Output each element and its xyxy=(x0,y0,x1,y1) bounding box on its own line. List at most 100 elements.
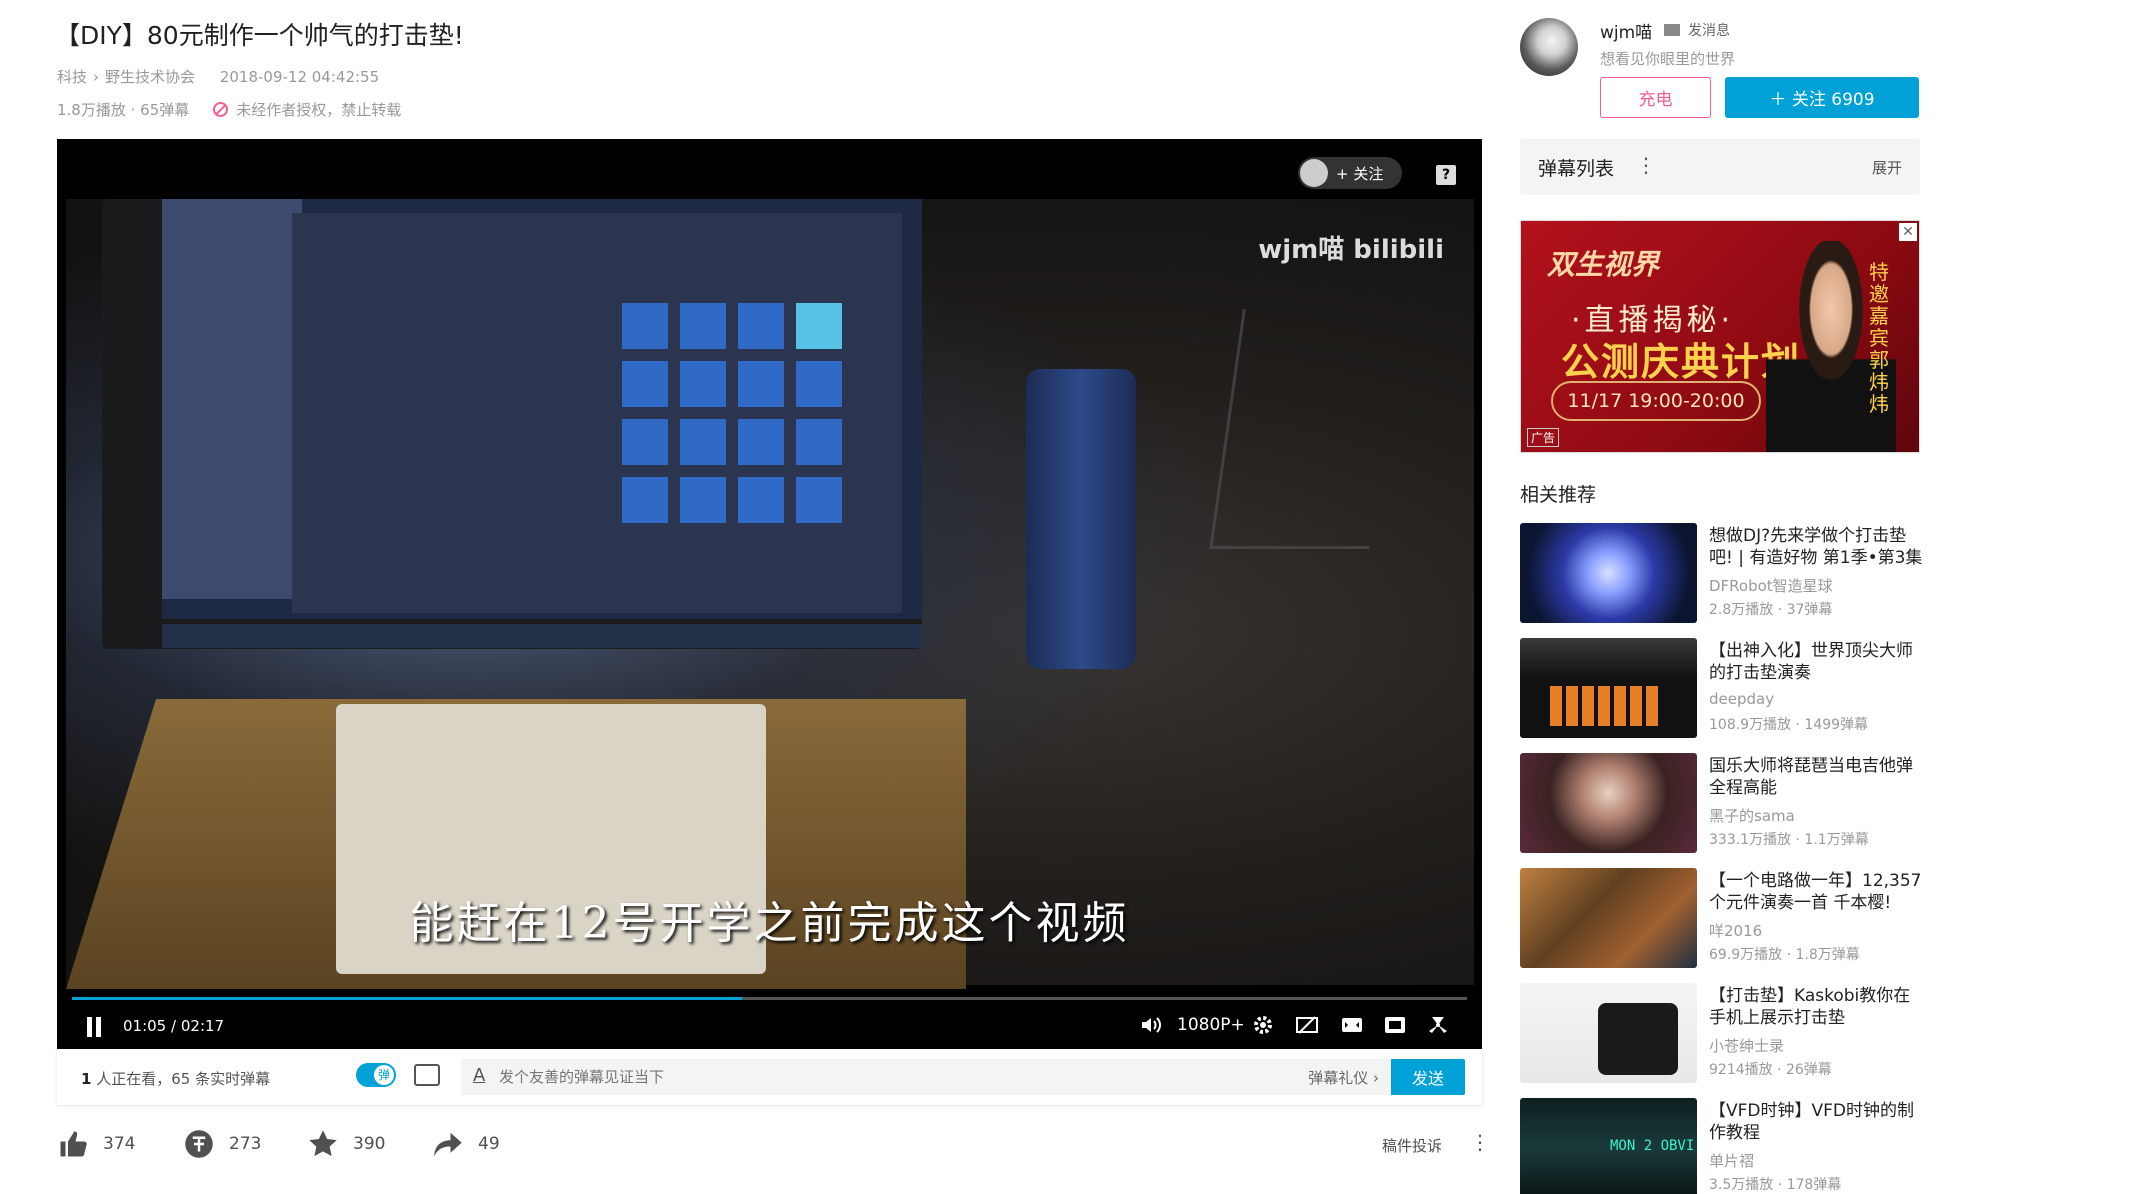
like-button[interactable]: 374 xyxy=(57,1128,135,1160)
danmaku-send-bar: 1 人正在看，65 条实时弹幕 A 弹幕礼仪 › 发送 xyxy=(57,1049,1482,1105)
envelope-icon xyxy=(1664,24,1680,36)
video-player[interactable]: wjm喵 bilibili + 关注 ? 能赶在12号开学之前完成这个视频 01… xyxy=(57,139,1482,1049)
danmaku-style-icon[interactable]: A xyxy=(473,1065,485,1086)
related-item[interactable]: 【出神入化】世界顶尖大师的打击垫演奏 deepday 108.9万播放 · 14… xyxy=(1520,638,1920,738)
related-item[interactable]: 国乐大师将琵琶当电吉他弹全程高能 黑子的sama 333.1万播放 · 1.1万… xyxy=(1520,753,1920,853)
uploader-name[interactable]: wjm喵 xyxy=(1600,18,1652,43)
related-item-author[interactable]: 咩2016 xyxy=(1709,920,1762,941)
danmaku-off-icon[interactable] xyxy=(1293,1013,1321,1044)
ad-time: 11/17 19:00-20:00 xyxy=(1551,381,1761,421)
related-item[interactable]: 【VFD时钟】VFD时钟的制作教程 单片褶 3.5万播放 · 178弹幕 xyxy=(1520,1098,1920,1194)
related-item-title[interactable]: 【VFD时钟】VFD时钟的制作教程 xyxy=(1709,1100,1924,1144)
scene-pad xyxy=(680,303,726,349)
favorite-count: 390 xyxy=(353,1134,386,1154)
video-frame[interactable] xyxy=(66,199,1474,989)
pause-icon[interactable] xyxy=(85,1017,103,1037)
related-item-author[interactable]: 黑子的sama xyxy=(1709,805,1795,826)
viewer-count: 1 人正在看，65 条实时弹幕 xyxy=(81,1068,270,1089)
publish-date: 2018-09-12 04:42:55 xyxy=(219,68,380,86)
no-repost-icon xyxy=(213,102,229,117)
time-total: 02:17 xyxy=(180,1017,225,1035)
uploader-mini-avatar xyxy=(1300,159,1328,187)
related-item-author[interactable]: 单片褶 xyxy=(1709,1150,1754,1171)
ad-badge: 广告 xyxy=(1527,428,1560,447)
like-count: 374 xyxy=(103,1134,136,1154)
related-item-stats: 333.1万播放 · 1.1万弹幕 xyxy=(1709,832,1869,848)
related-item-title[interactable]: 【打击垫】Kaskobi教你在手机上展示打击垫 xyxy=(1709,985,1924,1029)
related-item-author[interactable]: 小苍绅士录 xyxy=(1709,1035,1784,1056)
ad-guest: 特邀嘉宾郭炜炜 xyxy=(1869,260,1889,416)
time-separator: / xyxy=(171,1017,177,1035)
uploader-avatar[interactable] xyxy=(1520,18,1578,76)
coin-button[interactable]: 273 xyxy=(183,1128,261,1160)
scene-pad xyxy=(738,419,784,465)
danmaku-list-title: 弹幕列表 xyxy=(1538,158,1615,180)
bilibili-watermark: wjm喵 bilibili xyxy=(1258,235,1444,265)
follow-button[interactable]: ＋ 关注 6909 xyxy=(1725,77,1919,118)
related-item-title[interactable]: 【出神入化】世界顶尖大师的打击垫演奏 xyxy=(1709,640,1924,684)
ad-banner[interactable]: 双生视界 ·直播揭秘· 公测庆典计划 11/17 19:00-20:00 特邀嘉… xyxy=(1520,220,1920,453)
scene-pad xyxy=(622,303,668,349)
related-thumbnail[interactable] xyxy=(1520,638,1697,738)
related-item[interactable]: 【一个电路做一年】12,357个元件演奏一首 千本樱! 咩2016 69.9万播… xyxy=(1520,868,1921,968)
danmaku-list-expand[interactable]: 展开 xyxy=(1872,157,1902,178)
subcategory-link[interactable]: 野生技术协会 xyxy=(105,68,195,86)
related-item[interactable]: 想做DJ?先来学做个打击垫吧! | 有造好物 第1季•第3集 DFRobot智造… xyxy=(1520,523,1922,623)
close-icon[interactable]: ✕ xyxy=(1899,223,1917,241)
related-thumbnail[interactable] xyxy=(1520,983,1697,1083)
scene-pad xyxy=(738,477,784,523)
send-message-link[interactable]: 发消息 xyxy=(1664,20,1730,40)
breadcrumb-sep: › xyxy=(93,68,100,86)
web-fullscreen-icon[interactable] xyxy=(1381,1013,1409,1044)
related-item-stats: 9214播放 · 26弹幕 xyxy=(1709,1062,1832,1078)
uploader-signature: 想看见你眼里的世界 xyxy=(1600,50,1736,68)
volume-icon[interactable] xyxy=(1137,1013,1165,1044)
related-item-title[interactable]: 【一个电路做一年】12,357个元件演奏一首 千本樱! xyxy=(1709,870,1924,914)
share-button[interactable]: 49 xyxy=(432,1128,500,1160)
progress-bar[interactable] xyxy=(72,997,1467,1000)
danmaku-toggle[interactable] xyxy=(356,1063,396,1087)
fullscreen-icon[interactable] xyxy=(1424,1013,1452,1044)
scene-pad xyxy=(738,303,784,349)
related-thumbnail[interactable] xyxy=(1520,523,1697,623)
scene-pad xyxy=(622,419,668,465)
quality-selector[interactable]: 1080P+ xyxy=(1177,1015,1245,1035)
send-danmaku-button[interactable]: 发送 xyxy=(1391,1059,1465,1095)
related-title: 相关推荐 xyxy=(1520,484,1597,506)
related-item[interactable]: 【打击垫】Kaskobi教你在手机上展示打击垫 小苍绅士录 9214播放 · 2… xyxy=(1520,983,1920,1083)
widescreen-icon[interactable] xyxy=(1338,1013,1366,1044)
category-link[interactable]: 科技 xyxy=(57,68,87,86)
danmaku-list-header[interactable]: 弹幕列表 ⋮ 展开 xyxy=(1520,139,1920,195)
scene-pad xyxy=(680,419,726,465)
time-current: 01:05 xyxy=(123,1017,167,1035)
thumbs-up-icon xyxy=(57,1128,89,1160)
favorite-button[interactable]: 390 xyxy=(307,1128,385,1160)
related-item-title[interactable]: 国乐大师将琵琶当电吉他弹全程高能 xyxy=(1709,755,1924,799)
video-meta: 科技 › 野生技术协会 2018-09-12 04:42:55 xyxy=(57,66,385,87)
share-count: 49 xyxy=(478,1134,500,1154)
danmaku-list-menu-icon[interactable]: ⋮ xyxy=(1636,153,1656,177)
player-follow-button[interactable]: + 关注 xyxy=(1298,157,1402,189)
danmaku-etiquette-link[interactable]: 弹幕礼仪 › xyxy=(1308,1067,1379,1088)
progress-fill xyxy=(72,997,742,1000)
related-thumbnail[interactable] xyxy=(1520,753,1697,853)
related-item-stats: 2.8万播放 · 37弹幕 xyxy=(1709,602,1833,618)
more-options-icon[interactable]: ⋮ xyxy=(1470,1130,1490,1154)
related-item-author[interactable]: DFRobot智造星球 xyxy=(1709,575,1833,596)
viewer-text: 人正在看， xyxy=(91,1070,172,1088)
related-item-author[interactable]: deepday xyxy=(1709,690,1774,708)
settings-gear-icon[interactable] xyxy=(1249,1013,1277,1044)
help-icon[interactable]: ? xyxy=(1436,165,1456,185)
time-display: 01:05 / 02:17 xyxy=(123,1017,224,1035)
related-thumbnail[interactable] xyxy=(1520,1098,1697,1194)
charge-button[interactable]: 充电 xyxy=(1600,77,1711,118)
report-link[interactable]: 稿件投诉 xyxy=(1382,1135,1442,1156)
scene-pad xyxy=(738,361,784,407)
danmaku-settings-icon[interactable] xyxy=(414,1064,440,1086)
realtime-danmaku-count: 65 条实时弹幕 xyxy=(171,1070,271,1088)
scene-pad xyxy=(680,361,726,407)
scene-pad xyxy=(680,477,726,523)
danmaku-input[interactable] xyxy=(499,1065,1059,1089)
related-thumbnail[interactable] xyxy=(1520,868,1697,968)
related-item-title[interactable]: 想做DJ?先来学做个打击垫吧! | 有造好物 第1季•第3集 xyxy=(1709,525,1924,569)
